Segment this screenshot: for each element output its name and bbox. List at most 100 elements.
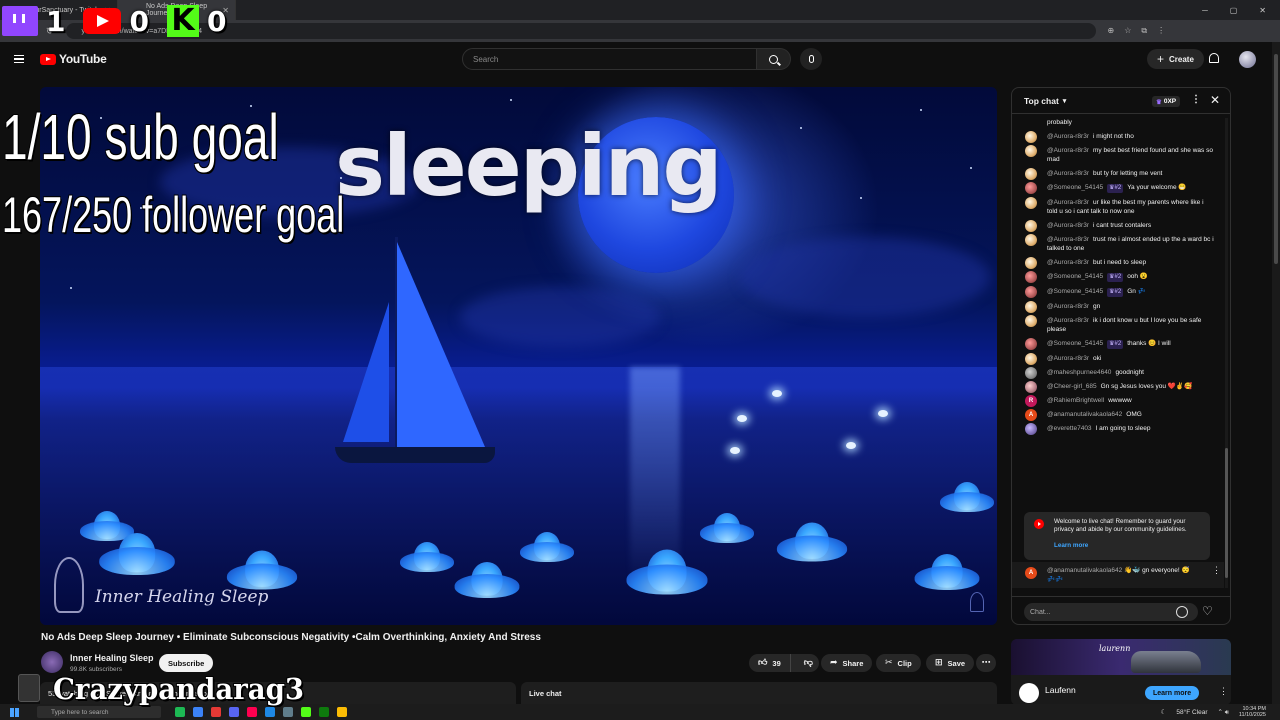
spotify-icon[interactable] bbox=[175, 707, 185, 717]
chat-scroll-thumb[interactable] bbox=[1225, 448, 1228, 578]
steam-icon[interactable] bbox=[283, 707, 293, 717]
sponsored-ad[interactable]: laurenn Laufenn Learn more ⋮ bbox=[1011, 639, 1231, 705]
subscribe-button[interactable]: Subscribe bbox=[159, 654, 214, 672]
avatar[interactable] bbox=[1025, 301, 1037, 313]
avatar[interactable] bbox=[1025, 367, 1037, 379]
tiktok-icon[interactable] bbox=[247, 707, 257, 717]
search-button[interactable] bbox=[757, 48, 791, 70]
minimize-icon[interactable]: ─ bbox=[1202, 6, 1208, 15]
windows-start-icon[interactable] bbox=[10, 707, 19, 717]
clock[interactable]: 10:34 PM 11/10/2025 bbox=[1239, 706, 1266, 719]
chat-scrollbar[interactable] bbox=[1225, 118, 1228, 588]
app-icon[interactable] bbox=[337, 707, 347, 717]
message-author[interactable]: @Aurora-r8r3r bbox=[1047, 236, 1089, 243]
message-author[interactable]: @Someone_54145 bbox=[1047, 273, 1103, 280]
clip-button[interactable]: ✂ Clip bbox=[876, 654, 921, 672]
message-author[interactable]: @Aurora-r8r3r bbox=[1047, 170, 1089, 177]
hamburger-menu-icon[interactable] bbox=[14, 55, 24, 63]
weather-icon[interactable]: ☾ bbox=[1161, 708, 1167, 716]
account-avatar[interactable] bbox=[1239, 51, 1256, 68]
learn-more-link[interactable]: Learn more bbox=[1054, 542, 1202, 550]
message-author[interactable]: @Aurora-r8r3r bbox=[1047, 133, 1089, 140]
avatar[interactable] bbox=[1025, 145, 1037, 157]
avatar[interactable] bbox=[1025, 271, 1037, 283]
channel-name[interactable]: Inner Healing Sleep bbox=[70, 653, 154, 663]
chat-menu-icon[interactable]: ⋮ bbox=[1191, 94, 1201, 105]
avatar[interactable] bbox=[1025, 131, 1037, 143]
xbox-icon[interactable] bbox=[319, 707, 329, 717]
avatar[interactable] bbox=[1025, 168, 1037, 180]
maximize-icon[interactable]: ▢ bbox=[1230, 6, 1238, 15]
notifications-bell-icon[interactable] bbox=[1209, 53, 1219, 63]
menu-icon[interactable]: ⋮ bbox=[1157, 26, 1165, 36]
discord-icon[interactable] bbox=[229, 707, 239, 717]
edge-icon[interactable] bbox=[193, 707, 203, 717]
avatar[interactable] bbox=[1025, 381, 1037, 393]
message-author[interactable]: @Aurora-r8r3r bbox=[1047, 222, 1089, 229]
message-author[interactable]: @Aurora-r8r3r bbox=[1047, 303, 1089, 310]
message-author[interactable]: @anamanutalivakaola642 bbox=[1047, 411, 1122, 418]
avatar[interactable] bbox=[1025, 182, 1037, 194]
ad-banner: laurenn bbox=[1011, 639, 1231, 675]
message-author[interactable]: @Aurora-r8r3r bbox=[1047, 147, 1089, 154]
chevron-down-icon[interactable]: ▾ bbox=[1063, 97, 1067, 105]
notice-text: Welcome to live chat! Remember to guard … bbox=[1054, 518, 1187, 533]
avatar[interactable] bbox=[1025, 257, 1037, 269]
message-author[interactable]: @RahiemBrightwell bbox=[1047, 397, 1104, 404]
ad-menu-icon[interactable]: ⋮ bbox=[1219, 686, 1228, 697]
youtube-logo[interactable]: YouTube bbox=[40, 52, 107, 66]
dislike-button[interactable]: 👎︎ bbox=[796, 658, 821, 668]
avatar[interactable]: A bbox=[1025, 409, 1037, 421]
message-author[interactable]: @maheshpurnee4640 bbox=[1047, 369, 1111, 376]
avatar[interactable] bbox=[1025, 423, 1037, 435]
xp-badge[interactable]: ♛ 0XP bbox=[1152, 96, 1181, 107]
share-button[interactable]: ➦ Share bbox=[821, 654, 873, 672]
message-author[interactable]: @Cheer-girl_685 bbox=[1047, 383, 1097, 390]
kick-icon[interactable] bbox=[301, 707, 311, 717]
tray-icons[interactable]: ⌃ 🔊︎ bbox=[1218, 708, 1229, 717]
emoji-icon[interactable] bbox=[1176, 606, 1188, 618]
youtube-count: 0 bbox=[129, 4, 149, 38]
voice-search-button[interactable] bbox=[800, 48, 822, 70]
message-author[interactable]: @Aurora-r8r3r bbox=[1047, 317, 1089, 324]
more-actions-button[interactable]: ⋯ bbox=[976, 654, 996, 672]
live-chat-panel-header[interactable]: Live chat bbox=[521, 682, 997, 704]
ad-learn-more-button[interactable]: Learn more bbox=[1145, 686, 1200, 700]
app-icon[interactable] bbox=[265, 707, 275, 717]
extensions-icon[interactable]: ⧉ bbox=[1141, 26, 1147, 36]
avatar[interactable] bbox=[1025, 338, 1037, 350]
avatar[interactable]: R bbox=[1025, 395, 1037, 407]
close-window-icon[interactable]: ✕ bbox=[1259, 6, 1266, 15]
taskbar-search[interactable]: Type here to search bbox=[37, 706, 161, 718]
create-button[interactable]: + Create bbox=[1147, 49, 1204, 69]
bookmark-star-icon[interactable]: ☆ bbox=[1124, 26, 1131, 36]
close-chat-icon[interactable]: ✕ bbox=[1210, 93, 1220, 107]
message-author[interactable]: @Aurora-r8r3r bbox=[1047, 259, 1089, 266]
chat-mode-label[interactable]: Top chat bbox=[1024, 96, 1059, 106]
avatar[interactable] bbox=[1025, 234, 1037, 246]
message-author[interactable]: @Aurora-r8r3r bbox=[1047, 199, 1089, 206]
channel-avatar[interactable] bbox=[41, 651, 63, 673]
page-scroll-thumb[interactable] bbox=[1274, 54, 1278, 264]
sleeping-overlay-text: sleeping bbox=[335, 117, 723, 215]
zoom-icon[interactable]: ⊕ bbox=[1108, 26, 1115, 36]
chat-input[interactable] bbox=[1024, 603, 1198, 621]
message-author[interactable]: @Someone_54145 bbox=[1047, 184, 1103, 191]
message-author[interactable]: @Someone_54145 bbox=[1047, 340, 1103, 347]
like-button[interactable]: 👍︎ 39 bbox=[749, 654, 791, 672]
app-icon[interactable] bbox=[211, 707, 221, 717]
avatar[interactable] bbox=[1025, 353, 1037, 365]
search-input[interactable] bbox=[462, 48, 757, 70]
heart-icon[interactable]: ♡ bbox=[1202, 604, 1213, 618]
message-author[interactable]: @Aurora-r8r3r bbox=[1047, 355, 1089, 362]
save-button[interactable]: ⊞ Save bbox=[926, 654, 975, 672]
page-scrollbar[interactable] bbox=[1272, 42, 1280, 704]
avatar[interactable] bbox=[1025, 315, 1037, 327]
message-author[interactable]: @Someone_54145 bbox=[1047, 288, 1103, 295]
message-author[interactable]: @everette7403 bbox=[1047, 425, 1092, 432]
avatar[interactable] bbox=[1025, 220, 1037, 232]
avatar[interactable] bbox=[1025, 197, 1037, 209]
avatar[interactable] bbox=[1025, 286, 1037, 298]
message-menu-icon[interactable]: ⋮ bbox=[1212, 566, 1221, 575]
ad-banner-brand: laurenn bbox=[1099, 644, 1131, 653]
